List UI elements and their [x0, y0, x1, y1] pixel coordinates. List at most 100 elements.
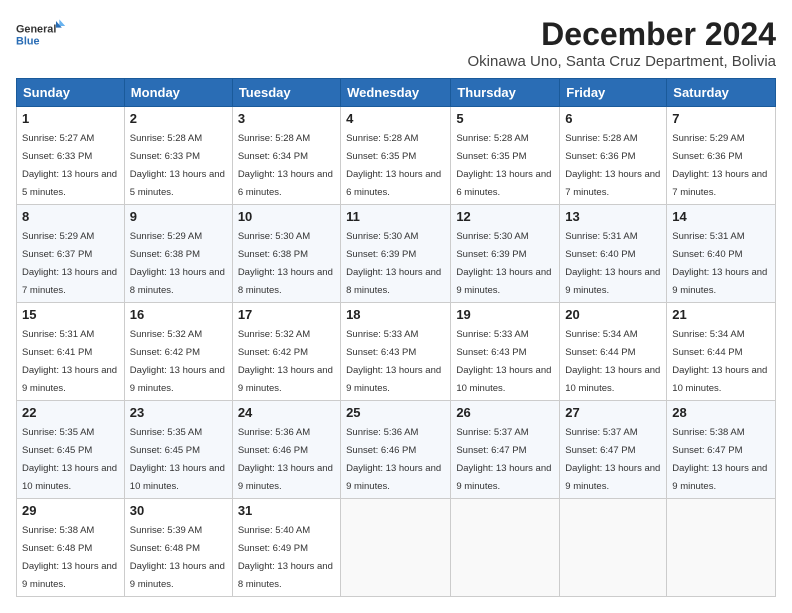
day-number: 1: [22, 111, 119, 126]
day-number: 18: [346, 307, 445, 322]
day-number: 29: [22, 503, 119, 518]
day-number: 10: [238, 209, 335, 224]
calendar-cell: 13 Sunrise: 5:31 AMSunset: 6:40 PMDaylig…: [560, 205, 667, 303]
day-number: 27: [565, 405, 661, 420]
day-number: 13: [565, 209, 661, 224]
day-detail: Sunrise: 5:30 AMSunset: 6:38 PMDaylight:…: [238, 231, 333, 296]
calendar-cell: 19 Sunrise: 5:33 AMSunset: 6:43 PMDaylig…: [451, 303, 560, 401]
calendar-cell: 12 Sunrise: 5:30 AMSunset: 6:39 PMDaylig…: [451, 205, 560, 303]
day-number: 22: [22, 405, 119, 420]
day-of-week-header: Monday: [124, 79, 232, 107]
day-number: 25: [346, 405, 445, 420]
day-number: 2: [130, 111, 227, 126]
location-subtitle: Okinawa Uno, Santa Cruz Department, Boli…: [468, 53, 776, 70]
svg-text:Blue: Blue: [16, 35, 39, 47]
calendar-cell: 2 Sunrise: 5:28 AMSunset: 6:33 PMDayligh…: [124, 107, 232, 205]
calendar-cell: 30 Sunrise: 5:39 AMSunset: 6:48 PMDaylig…: [124, 499, 232, 597]
calendar-cell: 8 Sunrise: 5:29 AMSunset: 6:37 PMDayligh…: [17, 205, 125, 303]
calendar-cell: 24 Sunrise: 5:36 AMSunset: 6:46 PMDaylig…: [232, 401, 340, 499]
title-section: December 2024 Okinawa Uno, Santa Cruz De…: [468, 16, 776, 70]
calendar-cell: 4 Sunrise: 5:28 AMSunset: 6:35 PMDayligh…: [341, 107, 451, 205]
day-number: 7: [672, 111, 770, 126]
calendar-cell: 14 Sunrise: 5:31 AMSunset: 6:40 PMDaylig…: [667, 205, 776, 303]
day-of-week-header: Sunday: [17, 79, 125, 107]
day-detail: Sunrise: 5:31 AMSunset: 6:41 PMDaylight:…: [22, 329, 117, 394]
day-number: 16: [130, 307, 227, 322]
day-detail: Sunrise: 5:30 AMSunset: 6:39 PMDaylight:…: [456, 231, 551, 296]
day-number: 30: [130, 503, 227, 518]
day-detail: Sunrise: 5:31 AMSunset: 6:40 PMDaylight:…: [672, 231, 767, 296]
day-detail: Sunrise: 5:39 AMSunset: 6:48 PMDaylight:…: [130, 525, 225, 590]
day-detail: Sunrise: 5:32 AMSunset: 6:42 PMDaylight:…: [130, 329, 225, 394]
calendar-cell: 15 Sunrise: 5:31 AMSunset: 6:41 PMDaylig…: [17, 303, 125, 401]
day-detail: Sunrise: 5:38 AMSunset: 6:47 PMDaylight:…: [672, 427, 767, 492]
day-detail: Sunrise: 5:29 AMSunset: 6:36 PMDaylight:…: [672, 133, 767, 198]
day-detail: Sunrise: 5:28 AMSunset: 6:36 PMDaylight:…: [565, 133, 660, 198]
day-number: 5: [456, 111, 554, 126]
calendar-cell: [560, 499, 667, 597]
calendar-cell: 27 Sunrise: 5:37 AMSunset: 6:47 PMDaylig…: [560, 401, 667, 499]
day-detail: Sunrise: 5:33 AMSunset: 6:43 PMDaylight:…: [456, 329, 551, 394]
day-detail: Sunrise: 5:40 AMSunset: 6:49 PMDaylight:…: [238, 525, 333, 590]
day-detail: Sunrise: 5:35 AMSunset: 6:45 PMDaylight:…: [22, 427, 117, 492]
day-detail: Sunrise: 5:31 AMSunset: 6:40 PMDaylight:…: [565, 231, 660, 296]
calendar-cell: 6 Sunrise: 5:28 AMSunset: 6:36 PMDayligh…: [560, 107, 667, 205]
day-number: 17: [238, 307, 335, 322]
day-number: 8: [22, 209, 119, 224]
svg-text:General: General: [16, 24, 56, 36]
day-number: 28: [672, 405, 770, 420]
day-number: 6: [565, 111, 661, 126]
day-detail: Sunrise: 5:29 AMSunset: 6:38 PMDaylight:…: [130, 231, 225, 296]
calendar-cell: 26 Sunrise: 5:37 AMSunset: 6:47 PMDaylig…: [451, 401, 560, 499]
day-detail: Sunrise: 5:28 AMSunset: 6:35 PMDaylight:…: [456, 133, 551, 198]
day-detail: Sunrise: 5:34 AMSunset: 6:44 PMDaylight:…: [565, 329, 660, 394]
day-of-week-header: Tuesday: [232, 79, 340, 107]
calendar-cell: [341, 499, 451, 597]
logo: General Blue: [16, 16, 66, 56]
calendar-cell: 25 Sunrise: 5:36 AMSunset: 6:46 PMDaylig…: [341, 401, 451, 499]
day-number: 26: [456, 405, 554, 420]
calendar-cell: 16 Sunrise: 5:32 AMSunset: 6:42 PMDaylig…: [124, 303, 232, 401]
calendar-table: SundayMondayTuesdayWednesdayThursdayFrid…: [16, 78, 776, 597]
day-number: 31: [238, 503, 335, 518]
calendar-cell: [667, 499, 776, 597]
calendar-cell: 31 Sunrise: 5:40 AMSunset: 6:49 PMDaylig…: [232, 499, 340, 597]
day-detail: Sunrise: 5:33 AMSunset: 6:43 PMDaylight:…: [346, 329, 441, 394]
calendar-cell: 21 Sunrise: 5:34 AMSunset: 6:44 PMDaylig…: [667, 303, 776, 401]
day-detail: Sunrise: 5:34 AMSunset: 6:44 PMDaylight:…: [672, 329, 767, 394]
day-number: 4: [346, 111, 445, 126]
day-number: 3: [238, 111, 335, 126]
day-detail: Sunrise: 5:35 AMSunset: 6:45 PMDaylight:…: [130, 427, 225, 492]
day-number: 20: [565, 307, 661, 322]
day-detail: Sunrise: 5:37 AMSunset: 6:47 PMDaylight:…: [456, 427, 551, 492]
calendar-cell: 7 Sunrise: 5:29 AMSunset: 6:36 PMDayligh…: [667, 107, 776, 205]
day-detail: Sunrise: 5:36 AMSunset: 6:46 PMDaylight:…: [238, 427, 333, 492]
day-detail: Sunrise: 5:29 AMSunset: 6:37 PMDaylight:…: [22, 231, 117, 296]
day-number: 12: [456, 209, 554, 224]
day-of-week-header: Thursday: [451, 79, 560, 107]
day-detail: Sunrise: 5:28 AMSunset: 6:34 PMDaylight:…: [238, 133, 333, 198]
day-number: 9: [130, 209, 227, 224]
generalblue-logo-icon: General Blue: [16, 16, 66, 56]
day-detail: Sunrise: 5:27 AMSunset: 6:33 PMDaylight:…: [22, 133, 117, 198]
calendar-cell: 20 Sunrise: 5:34 AMSunset: 6:44 PMDaylig…: [560, 303, 667, 401]
day-of-week-header: Saturday: [667, 79, 776, 107]
day-number: 14: [672, 209, 770, 224]
day-detail: Sunrise: 5:37 AMSunset: 6:47 PMDaylight:…: [565, 427, 660, 492]
day-number: 24: [238, 405, 335, 420]
calendar-cell: 18 Sunrise: 5:33 AMSunset: 6:43 PMDaylig…: [341, 303, 451, 401]
calendar-cell: 23 Sunrise: 5:35 AMSunset: 6:45 PMDaylig…: [124, 401, 232, 499]
calendar-cell: 29 Sunrise: 5:38 AMSunset: 6:48 PMDaylig…: [17, 499, 125, 597]
calendar-cell: 9 Sunrise: 5:29 AMSunset: 6:38 PMDayligh…: [124, 205, 232, 303]
calendar-cell: 1 Sunrise: 5:27 AMSunset: 6:33 PMDayligh…: [17, 107, 125, 205]
day-detail: Sunrise: 5:30 AMSunset: 6:39 PMDaylight:…: [346, 231, 441, 296]
day-detail: Sunrise: 5:36 AMSunset: 6:46 PMDaylight:…: [346, 427, 441, 492]
day-detail: Sunrise: 5:28 AMSunset: 6:35 PMDaylight:…: [346, 133, 441, 198]
calendar-cell: 5 Sunrise: 5:28 AMSunset: 6:35 PMDayligh…: [451, 107, 560, 205]
day-of-week-header: Friday: [560, 79, 667, 107]
calendar-cell: 11 Sunrise: 5:30 AMSunset: 6:39 PMDaylig…: [341, 205, 451, 303]
calendar-cell: 10 Sunrise: 5:30 AMSunset: 6:38 PMDaylig…: [232, 205, 340, 303]
day-number: 15: [22, 307, 119, 322]
day-detail: Sunrise: 5:28 AMSunset: 6:33 PMDaylight:…: [130, 133, 225, 198]
day-detail: Sunrise: 5:32 AMSunset: 6:42 PMDaylight:…: [238, 329, 333, 394]
